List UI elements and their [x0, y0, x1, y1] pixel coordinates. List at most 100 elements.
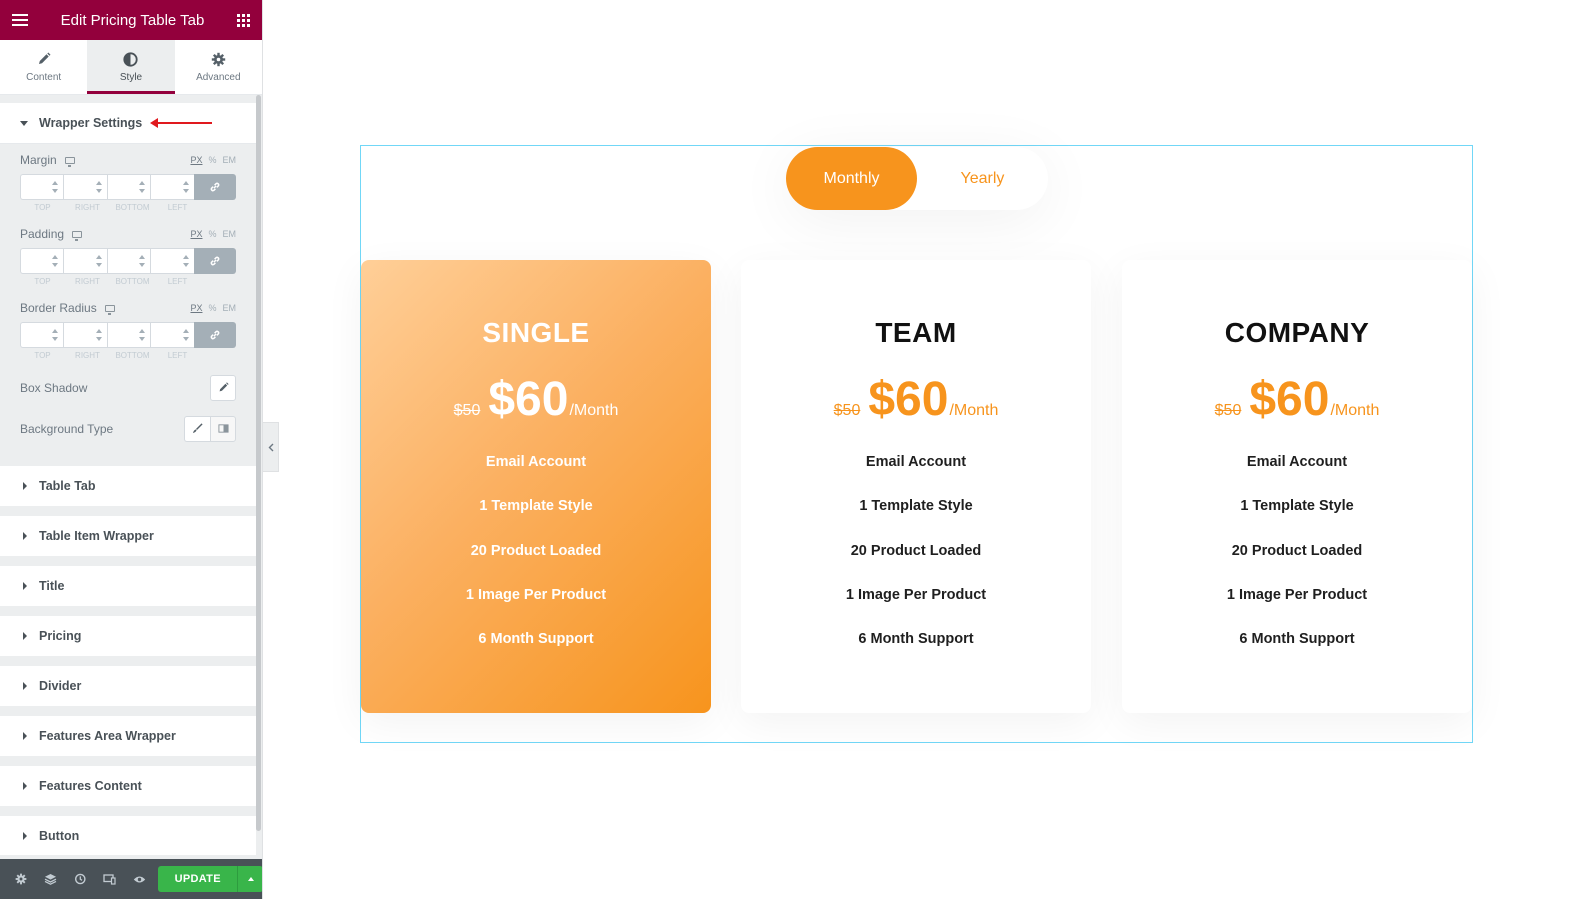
caret-right-icon: [23, 532, 27, 540]
dim-label-left: LEFT: [167, 277, 188, 286]
current-price: $60: [868, 373, 949, 426]
price-period: /Month: [949, 402, 999, 419]
box-shadow-edit-button[interactable]: [210, 374, 236, 401]
background-classic-button[interactable]: [184, 415, 210, 442]
radius-right-input[interactable]: [63, 322, 107, 348]
link-values-button[interactable]: [193, 174, 237, 200]
link-values-button[interactable]: [193, 248, 237, 274]
settings-icon[interactable]: [6, 859, 36, 899]
history-icon[interactable]: [65, 859, 95, 899]
layers-icon[interactable]: [36, 859, 66, 899]
link-icon: [210, 182, 220, 192]
price-period: /Month: [1330, 402, 1380, 419]
section-button[interactable]: Button: [0, 816, 256, 855]
unit-em[interactable]: EM: [223, 229, 237, 239]
feature-list: Email Account 1 Template Style 20 Produc…: [361, 440, 711, 661]
caret-right-icon: [23, 782, 27, 790]
plan-name: COMPANY: [1224, 317, 1370, 348]
menu-icon[interactable]: [12, 14, 28, 26]
price-period: /Month: [569, 402, 619, 419]
panel-header: Edit Pricing Table Tab: [0, 0, 262, 40]
unit-em[interactable]: EM: [223, 303, 237, 313]
background-type-label: Background Type: [20, 421, 114, 436]
radius-left-input[interactable]: [150, 322, 194, 348]
background-type-control: Background Type: [20, 415, 236, 442]
dim-label-right: RIGHT: [75, 203, 100, 212]
stepper-icon[interactable]: [52, 181, 59, 193]
section-features-area-wrapper[interactable]: Features Area Wrapper: [0, 716, 256, 756]
section-divider[interactable]: Divider: [0, 666, 256, 706]
old-price: $50: [833, 402, 861, 419]
desktop-icon[interactable]: [64, 156, 75, 167]
monthly-toggle-button[interactable]: Monthly: [786, 147, 917, 210]
pricing-card-team: TEAM $50 $60 /Month Email Account 1 Temp…: [741, 260, 1091, 713]
section-features-content[interactable]: Features Content: [0, 766, 256, 806]
pricing-table-widget[interactable]: Monthly Yearly SINGLE $50 $60 /Month Ema…: [360, 145, 1473, 743]
unit-px[interactable]: PX: [190, 229, 202, 239]
stepper-icon[interactable]: [52, 329, 59, 341]
radius-bottom-input[interactable]: [106, 322, 151, 348]
unit-px[interactable]: PX: [190, 155, 202, 165]
caret-right-icon: [23, 482, 27, 490]
stepper-icon[interactable]: [182, 255, 190, 267]
section-table-tab[interactable]: Table Tab: [0, 466, 256, 506]
stepper-icon[interactable]: [95, 329, 103, 341]
stepper-icon[interactable]: [139, 181, 146, 193]
feature-item: 1 Image Per Product: [845, 586, 987, 603]
padding-right-input[interactable]: [63, 248, 107, 274]
dim-label-top: TOP: [34, 277, 51, 286]
desktop-icon[interactable]: [104, 304, 115, 315]
margin-top-input[interactable]: [20, 174, 64, 200]
tab-content[interactable]: Content: [0, 40, 87, 94]
stepper-icon[interactable]: [182, 181, 190, 193]
margin-right-input[interactable]: [63, 174, 107, 200]
padding-top-input[interactable]: [20, 248, 64, 274]
margin-bottom-input[interactable]: [106, 174, 151, 200]
unit-percent[interactable]: %: [208, 155, 216, 165]
unit-percent[interactable]: %: [208, 303, 216, 313]
radius-top-input[interactable]: [20, 322, 64, 348]
eye-icon[interactable]: [125, 859, 155, 899]
box-shadow-label: Box Shadow: [20, 380, 88, 395]
section-table-item-wrapper[interactable]: Table Item Wrapper: [0, 516, 256, 556]
brush-icon: [192, 423, 203, 434]
stepper-icon[interactable]: [95, 255, 103, 267]
margin-control: Margin PX% EM TOP RIGHT BOTTOM LEFT: [20, 152, 237, 212]
panel-tabs: Content Style Advanced: [0, 40, 262, 95]
unit-percent[interactable]: %: [208, 229, 216, 239]
stepper-icon[interactable]: [139, 255, 146, 267]
feature-item: 20 Product Loaded: [470, 542, 602, 559]
plan-price: $50 $60 /Month: [741, 372, 1091, 432]
stepper-icon[interactable]: [139, 329, 146, 341]
section-wrapper-settings-header[interactable]: Wrapper Settings: [0, 103, 256, 143]
panel-scrollbar[interactable]: [256, 95, 261, 831]
unit-em[interactable]: EM: [223, 155, 237, 165]
update-options-button[interactable]: [237, 866, 262, 892]
feature-item: 6 Month Support: [478, 631, 594, 648]
feature-item: 6 Month Support: [858, 631, 974, 648]
stepper-icon[interactable]: [182, 329, 190, 341]
old-price: $50: [453, 402, 481, 419]
link-values-button[interactable]: [193, 322, 237, 348]
section-title[interactable]: Title: [0, 566, 256, 606]
section-title: Pricing: [39, 629, 82, 643]
responsive-icon[interactable]: [95, 859, 125, 899]
desktop-icon[interactable]: [72, 230, 83, 241]
unit-px[interactable]: PX: [190, 303, 202, 313]
stepper-icon[interactable]: [52, 255, 59, 267]
collapse-panel-button[interactable]: [263, 422, 279, 472]
padding-left-input[interactable]: [150, 248, 194, 274]
pricing-card-single: SINGLE $50 $60 /Month Email Account 1 Te…: [361, 260, 711, 713]
tab-style[interactable]: Style: [87, 40, 175, 94]
section-pricing[interactable]: Pricing: [0, 616, 256, 656]
section-title: Features Content: [39, 779, 142, 793]
widgets-grid-icon[interactable]: [237, 13, 250, 27]
padding-bottom-input[interactable]: [106, 248, 151, 274]
margin-left-input[interactable]: [150, 174, 194, 200]
background-gradient-button[interactable]: [210, 415, 236, 442]
yearly-toggle-button[interactable]: Yearly: [917, 147, 1048, 210]
feature-list: Email Account 1 Template Style 20 Produc…: [1122, 440, 1472, 661]
update-button[interactable]: UPDATE: [158, 866, 238, 892]
tab-advanced[interactable]: Advanced: [175, 40, 262, 94]
stepper-icon[interactable]: [95, 181, 103, 193]
